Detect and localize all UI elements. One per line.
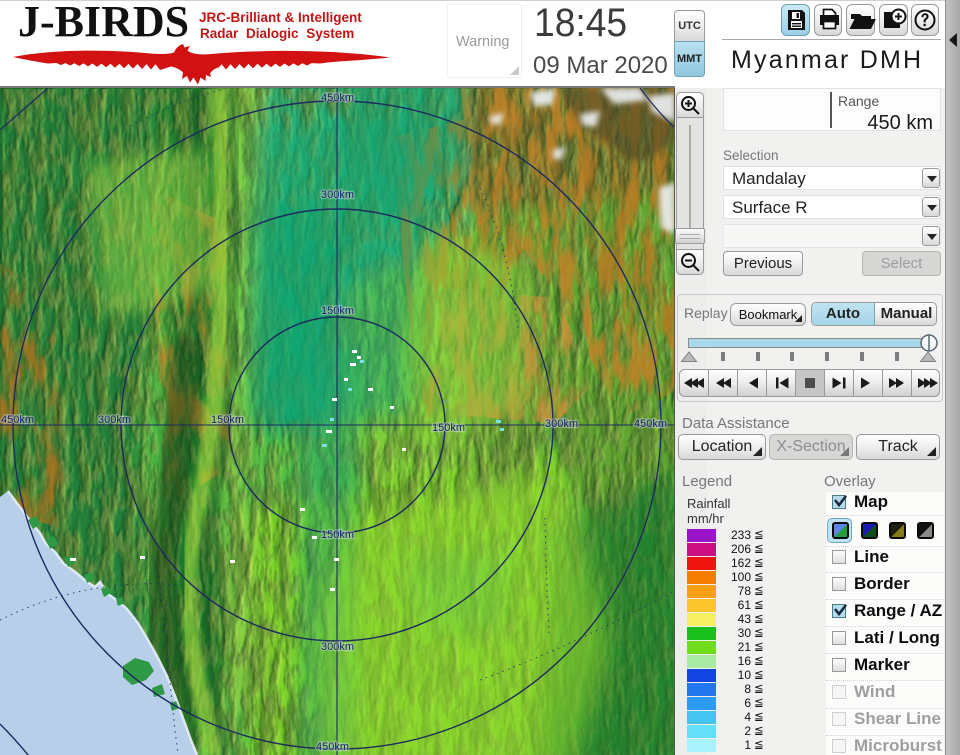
svg-text:300km: 300km	[321, 189, 354, 201]
svg-text:150km: 150km	[211, 414, 244, 426]
svg-text:450km: 450km	[321, 92, 354, 104]
svg-text:300km: 300km	[321, 641, 354, 653]
svg-text:300km: 300km	[98, 414, 131, 426]
svg-text:450km: 450km	[1, 414, 34, 426]
svg-text:450km: 450km	[316, 741, 349, 753]
svg-text:300km: 300km	[545, 418, 578, 430]
svg-text:450km: 450km	[634, 418, 667, 430]
svg-text:150km: 150km	[321, 529, 354, 541]
svg-text:150km: 150km	[321, 305, 354, 317]
svg-text:150km: 150km	[432, 422, 465, 434]
